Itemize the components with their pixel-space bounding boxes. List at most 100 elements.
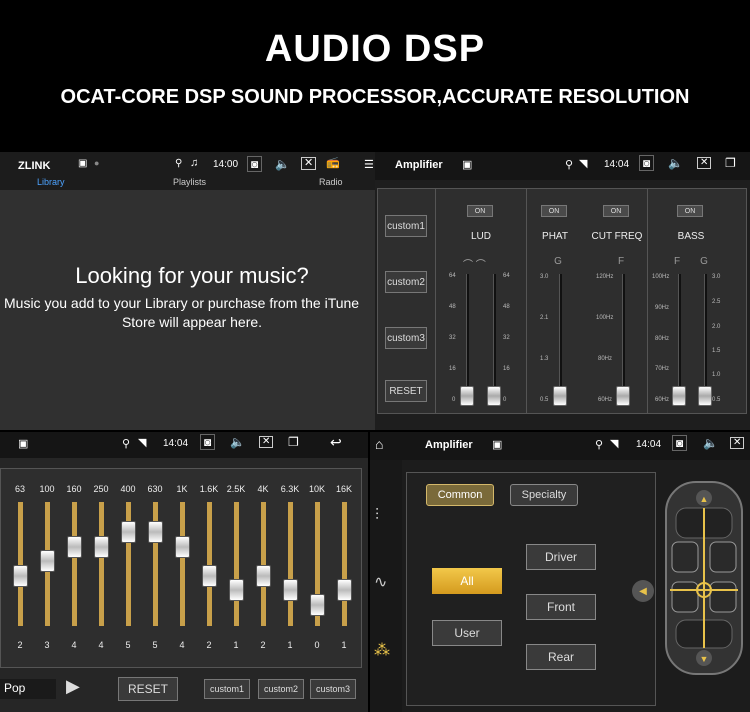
- eq-band-value: 1: [287, 640, 293, 650]
- front-button[interactable]: Front: [526, 594, 596, 620]
- custom2-button[interactable]: custom2: [385, 271, 427, 293]
- eq-band-slider[interactable]: [202, 564, 217, 587]
- eq-custom3-button[interactable]: custom3: [310, 679, 356, 699]
- lud-right-slider[interactable]: [487, 386, 501, 406]
- specialty-tab[interactable]: Specialty: [510, 484, 578, 506]
- close-icon[interactable]: ✕: [730, 437, 745, 449]
- eq-band-slider[interactable]: [256, 564, 271, 587]
- eq-band-slider[interactable]: [13, 564, 28, 587]
- eq-custom2-button[interactable]: custom2: [258, 679, 304, 699]
- wifi-icon: ◥: [610, 438, 619, 450]
- window-icon[interactable]: ❐: [288, 435, 299, 449]
- cut-track: [622, 274, 625, 404]
- phat-title: PHAT: [542, 231, 568, 242]
- eq-band-label: 1.6K: [199, 484, 219, 494]
- waveform-icon[interactable]: ∿: [374, 572, 387, 592]
- eq-custom1-button[interactable]: custom1: [204, 679, 250, 699]
- rear-button[interactable]: Rear: [526, 644, 596, 670]
- eq-band-slider[interactable]: [67, 535, 82, 558]
- bass-f-slider[interactable]: [672, 386, 686, 406]
- eq-band-label: 63: [14, 484, 25, 494]
- close-icon[interactable]: ✕: [697, 157, 712, 169]
- close-icon[interactable]: ✕: [259, 436, 274, 448]
- bass-on-button[interactable]: ON: [677, 205, 703, 217]
- amp-status-bar: Amplifier ▣ ⚲ ◥ 14:04 ◙ 🔈 ✕ ❐: [375, 152, 750, 180]
- phat-slider[interactable]: [553, 386, 567, 406]
- close-icon[interactable]: ✕: [301, 157, 317, 170]
- lud-scale-64-right: 64: [503, 273, 510, 279]
- eq-band-value: 1: [341, 640, 347, 650]
- eq-band-slider[interactable]: [121, 521, 136, 544]
- left-arrow-button[interactable]: ◀: [632, 580, 654, 602]
- radio-icon[interactable]: 📻: [326, 156, 340, 169]
- play-icon[interactable]: ▶: [66, 676, 80, 697]
- back-icon[interactable]: ↩: [330, 434, 342, 451]
- volume-icon[interactable]: 🔈: [668, 156, 683, 170]
- bass-g-scale-5: 0.5: [712, 397, 721, 403]
- eq-band-slider[interactable]: [283, 579, 298, 602]
- amp-title: Amplifier: [395, 159, 443, 171]
- camera-icon[interactable]: ◙: [639, 155, 655, 171]
- lud-on-button[interactable]: ON: [467, 205, 493, 217]
- eq-band-track: [72, 502, 77, 626]
- eq-band-track: [288, 502, 293, 626]
- amp-reset-button[interactable]: RESET: [385, 380, 427, 402]
- camera-icon[interactable]: ◙: [247, 156, 263, 172]
- eq-band-track: [99, 502, 104, 626]
- wifi-icon: ◥: [579, 158, 588, 170]
- bass-f-scale-0: 100Hz: [652, 274, 670, 280]
- lud-title: LUD: [470, 231, 491, 242]
- eq-band-slider[interactable]: [337, 579, 352, 602]
- lud-left-slider[interactable]: [460, 386, 474, 406]
- camera-icon[interactable]: ◙: [672, 435, 688, 451]
- amp-time: 14:04: [604, 159, 630, 170]
- eq-status-bar: ▣ ⚲ ◥ 14:04 ◙ 🔈 ✕ ❐ ↩: [0, 432, 368, 458]
- cut-title: CUT FREQ: [591, 231, 643, 242]
- eq-reset-button[interactable]: RESET: [118, 677, 178, 701]
- phat-scale-3: 0.5: [540, 397, 549, 403]
- phat-on-button[interactable]: ON: [541, 205, 567, 217]
- cut-scale-1: 100Hz: [596, 315, 614, 321]
- home-icon[interactable]: ⌂: [375, 436, 383, 452]
- tab-radio[interactable]: Radio: [319, 177, 343, 187]
- eq-band-label: 10K: [308, 484, 325, 494]
- camera-icon[interactable]: ◙: [200, 434, 216, 450]
- common-tab[interactable]: Common: [426, 484, 494, 506]
- volume-icon[interactable]: 🔈: [230, 435, 245, 449]
- user-button[interactable]: User: [432, 620, 502, 646]
- eq-band-slider[interactable]: [310, 594, 325, 616]
- eq-band-slider[interactable]: [40, 550, 55, 573]
- custom1-button[interactable]: custom1: [385, 215, 427, 237]
- divider: [647, 189, 648, 413]
- eq-band-slider[interactable]: [175, 535, 190, 558]
- sliders-icon[interactable]: ⫶: [375, 507, 379, 525]
- volume-icon[interactable]: 🔈: [703, 436, 718, 450]
- cut-scale-0: 120Hz: [596, 274, 614, 280]
- eq-band-slider[interactable]: [229, 579, 244, 602]
- volume-icon[interactable]: 🔈: [275, 157, 290, 171]
- tab-playlists[interactable]: Playlists: [173, 177, 206, 187]
- eq-band-slider[interactable]: [148, 521, 163, 544]
- all-button[interactable]: All: [432, 568, 502, 594]
- cut-on-button[interactable]: ON: [603, 205, 629, 217]
- divider: [435, 189, 436, 413]
- bass-g-slider[interactable]: [698, 386, 712, 406]
- window-icon[interactable]: ❐: [725, 156, 736, 170]
- sound-title: Amplifier: [425, 439, 473, 451]
- image-icon: ▣: [18, 438, 29, 450]
- music-time: 14:00: [213, 159, 239, 170]
- seat-front-right: [709, 541, 737, 573]
- eq-band-slider[interactable]: [94, 535, 109, 558]
- menu-icon[interactable]: ☰: [364, 158, 374, 171]
- tab-library[interactable]: Library: [37, 177, 65, 187]
- custom3-button[interactable]: custom3: [385, 327, 427, 349]
- eq-band-track: [180, 502, 185, 626]
- eq-band-label: 400: [120, 484, 136, 494]
- driver-button[interactable]: Driver: [526, 544, 596, 570]
- eq-band-value: 5: [125, 640, 131, 650]
- cut-slider[interactable]: [616, 386, 630, 406]
- speaker-field-icon[interactable]: ⁂: [374, 640, 390, 660]
- preset-field[interactable]: Pop: [0, 679, 56, 699]
- music-panel: ZLINK Library ▣ ● Playlists ⚲ ♫ 14:00 ◙ …: [0, 152, 375, 430]
- eq-band-label: 250: [93, 484, 109, 494]
